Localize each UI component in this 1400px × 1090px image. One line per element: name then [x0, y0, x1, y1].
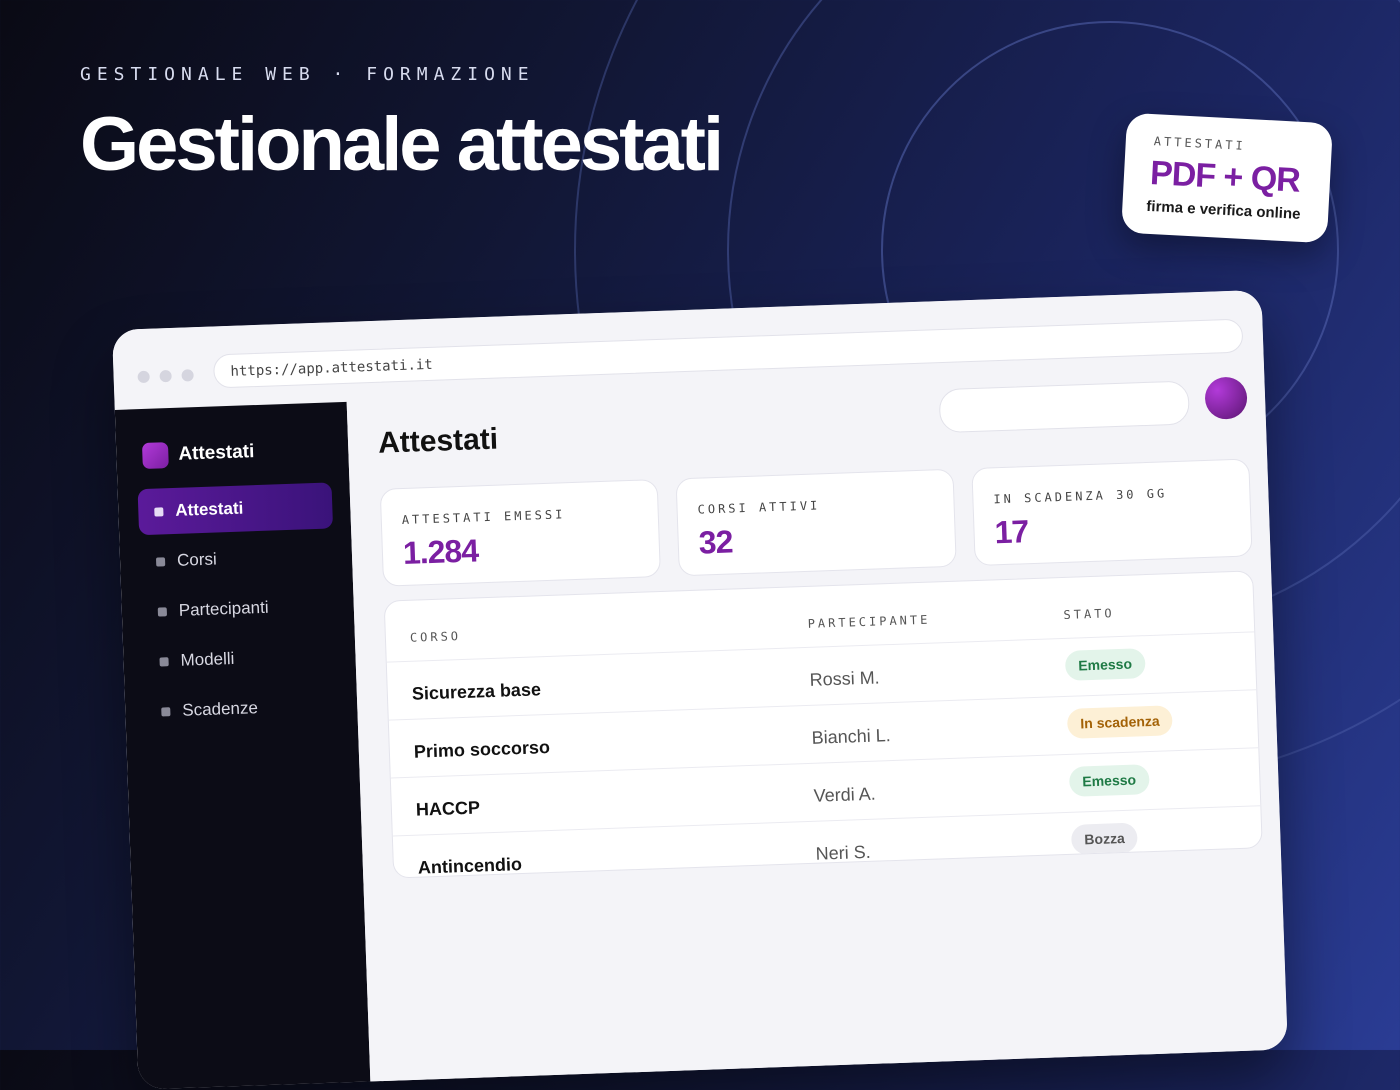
sidebar-item-label: Corsi: [176, 549, 218, 570]
sidebar-item-attestati[interactable]: Attestati: [137, 482, 334, 536]
window-dot-close[interactable]: [137, 370, 150, 384]
sidebar-item-label: Scadenze: [181, 698, 259, 720]
stat-card-corsi-attivi: CORSI ATTIVI 32: [675, 468, 957, 577]
badge-eyebrow: ATTESTATI: [1153, 134, 1247, 153]
attestati-table: CORSO PARTECIPANTE STATO Sicurezza base …: [383, 570, 1263, 879]
brand: Attestati: [141, 441, 255, 471]
stat-value: 32: [698, 523, 733, 561]
badge-headline: PDF + QR: [1149, 154, 1301, 201]
sidebar-item-label: Modelli: [180, 648, 235, 670]
hero-title: Gestionale attestati: [80, 102, 724, 187]
column-header-stato[interactable]: STATO: [1063, 606, 1115, 622]
status-badge: Bozza: [1070, 822, 1139, 855]
cell-participant: Neri S.: [815, 841, 872, 864]
status-badge: Emesso: [1064, 648, 1146, 681]
sidebar-item-partecipanti[interactable]: Partecipanti: [141, 582, 336, 635]
column-header-partecipante[interactable]: PARTECIPANTE: [807, 613, 930, 631]
cell-participant: Rossi M.: [809, 667, 880, 690]
bullet-icon: [161, 707, 171, 717]
window-dot-minimize[interactable]: [159, 369, 172, 383]
stat-card-attestati-emessi: ATTESTATI EMESSI 1.284: [379, 479, 661, 587]
search-input[interactable]: [938, 380, 1190, 434]
stat-label: CORSI ATTIVI: [697, 498, 821, 517]
stat-card-in-scadenza: IN SCADENZA 30 GG 17: [971, 458, 1253, 567]
column-header-corso[interactable]: CORSO: [410, 629, 462, 645]
stat-value: 1.284: [402, 532, 479, 571]
sidebar-item-scadenze[interactable]: Scadenze: [145, 682, 340, 735]
badge-qr: QR: [1249, 159, 1301, 200]
sidebar: Attestati Attestati Corsi Partecipanti M…: [114, 401, 372, 1090]
cell-course: Sicurezza base: [411, 679, 542, 704]
bullet-icon: [159, 657, 169, 667]
brand-name: Attestati: [178, 441, 255, 465]
cell-course: Antincendio: [417, 854, 523, 878]
badge-subtitle: firma e verifica online: [1145, 197, 1301, 223]
sidebar-item-modelli[interactable]: Modelli: [143, 632, 338, 685]
bullet-icon: [154, 507, 164, 517]
sidebar-item-label: Partecipanti: [178, 597, 269, 620]
window-dot-maximize[interactable]: [181, 369, 194, 382]
cell-course: Primo soccorso: [413, 736, 551, 762]
status-badge: Emesso: [1068, 764, 1150, 797]
page-title: Attestati: [377, 422, 499, 460]
hero-eyebrow: GESTIONALE WEB · FORMAZIONE: [80, 64, 535, 85]
browser-window: https://app.attestati.it Attestati Attes…: [112, 289, 1288, 1090]
stat-label: IN SCADENZA 30 GG: [993, 486, 1168, 507]
cell-participant: Verdi A.: [813, 783, 877, 806]
bullet-icon: [157, 607, 168, 617]
feature-badge: ATTESTATI PDF + QR firma e verifica onli…: [1121, 112, 1333, 244]
sidebar-item-corsi[interactable]: Corsi: [139, 532, 334, 585]
bullet-icon: [155, 557, 166, 567]
badge-plus: +: [1222, 157, 1244, 197]
stat-value: 17: [993, 513, 1029, 551]
cell-participant: Bianchi L.: [811, 725, 892, 748]
status-badge: In scadenza: [1066, 705, 1174, 739]
avatar[interactable]: [1204, 376, 1248, 420]
badge-pdf: PDF: [1149, 153, 1217, 196]
brand-logo-icon: [141, 442, 169, 470]
stat-label: ATTESTATI EMESSI: [401, 507, 566, 527]
sidebar-item-label: Attestati: [175, 498, 244, 520]
cell-course: HACCP: [415, 797, 481, 820]
main-content: Attestati ATTESTATI EMESSI 1.284 CORSI A…: [346, 369, 1288, 1090]
